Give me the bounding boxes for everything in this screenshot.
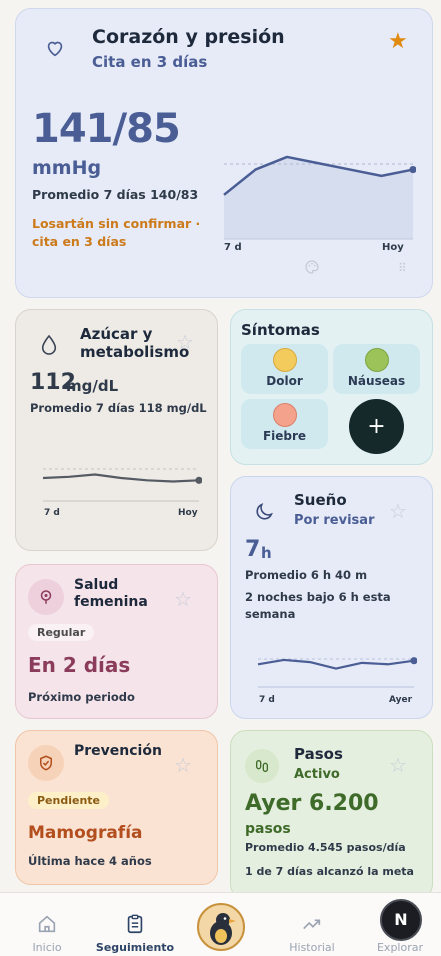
nav-label: Historial xyxy=(289,941,335,954)
steps-value: Ayer 6.200 xyxy=(245,791,379,816)
sleep-note-line1: 2 noches bajo 6 h esta xyxy=(245,590,391,604)
goal-note: 1 de 7 días alcanzó la meta xyxy=(245,865,414,878)
card-subtitle: Activo xyxy=(294,767,340,782)
blood-pressure-unit: mmHg xyxy=(32,157,102,179)
appointment-warning: cita en 3 días xyxy=(32,234,127,249)
sleep-card[interactable]: Sueño Por revisar ☆ 7 h Promedio 6 h 40 … xyxy=(230,476,433,719)
next-period-value: En 2 días xyxy=(28,653,131,677)
sleep-value: 7 xyxy=(245,537,261,562)
bird-illustration xyxy=(210,913,236,945)
star-outline-icon[interactable]: ☆ xyxy=(389,501,407,521)
heart-pressure-card[interactable]: Corazón y presión Cita en 3 días ★ 141/8… xyxy=(15,8,433,298)
heart-icon xyxy=(47,41,63,57)
sleep-unit: h xyxy=(261,544,272,562)
symptom-tile-nausea[interactable]: Náuseas xyxy=(333,344,420,394)
symptom-label: Dolor xyxy=(266,374,303,388)
nav-item-inicio[interactable]: Inicio xyxy=(7,893,87,956)
bottom-navigation: Inicio Seguimiento Historial Explorar N xyxy=(0,892,441,956)
symptom-tile-pain[interactable]: Dolor xyxy=(241,344,328,394)
palette-icon[interactable] xyxy=(304,259,320,275)
chart-x-end-label: Hoy xyxy=(178,508,198,518)
star-outline-icon[interactable]: ☆ xyxy=(389,755,407,775)
chart-x-start-label: 7 d xyxy=(259,695,275,705)
shield-icon-bg xyxy=(28,745,64,781)
star-outline-icon[interactable]: ☆ xyxy=(176,332,194,352)
series-area xyxy=(224,156,413,239)
symptoms-card: Síntomas Dolor Náuseas Fiebre + xyxy=(230,309,433,465)
weekly-average: Promedio 7 días 140/83 xyxy=(32,187,199,202)
weekly-average: Promedio 6 h 40 m xyxy=(245,568,368,582)
data-point xyxy=(410,657,417,665)
card-title-line1: Azúcar y xyxy=(80,325,153,343)
next-period-caption: Próximo periodo xyxy=(28,690,135,704)
prevention-card[interactable]: Prevención ☆ Pendiente Mamografía Última… xyxy=(15,730,218,885)
medication-warning: Losartán sin confirmar · xyxy=(32,216,201,231)
home-icon xyxy=(38,915,56,933)
symptom-tile-fever[interactable]: Fiebre xyxy=(241,399,328,449)
card-title: Síntomas xyxy=(241,321,320,339)
sugar-metabolism-card[interactable]: Azúcar y metabolismo ☆ 112 mg/dL Promedi… xyxy=(15,309,218,551)
card-title-line2: femenina xyxy=(74,594,148,610)
prevention-test-name: Mamografía xyxy=(28,823,143,843)
sleep-note-line2: semana xyxy=(245,607,296,621)
feverish-face-icon xyxy=(272,403,297,427)
chart-x-start-label: 7 d xyxy=(44,508,60,518)
status-badge: Pendiente xyxy=(28,792,110,809)
cycle-icon-bg xyxy=(28,579,64,615)
symptom-label: Náuseas xyxy=(347,374,406,388)
card-title: Sueño xyxy=(294,491,347,509)
steps-unit: pasos xyxy=(245,821,291,837)
card-title: Prevención xyxy=(74,743,162,759)
feminine-health-card[interactable]: Salud femenina ☆ Regular En 2 días Próxi… xyxy=(15,564,218,719)
glucose-unit: mg/dL xyxy=(66,377,119,395)
card-subtitle: Cita en 3 días xyxy=(92,53,208,71)
steps-card[interactable]: Pasos Activo ☆ Ayer 6.200 pasos Promedio… xyxy=(230,730,433,900)
blood-pressure-value: 141/85 xyxy=(32,106,181,152)
drag-handle-icon[interactable]: ⠿ xyxy=(398,261,408,275)
bird-avatar-icon[interactable] xyxy=(197,903,245,951)
moon-icon xyxy=(256,503,273,520)
account-badge[interactable]: N xyxy=(380,899,422,941)
chart-x-end-label: Hoy xyxy=(382,242,404,253)
last-check-caption: Última hace 4 años xyxy=(28,854,152,868)
footprints-icon xyxy=(256,760,268,772)
status-badge: Regular xyxy=(28,624,95,641)
weekly-average: Promedio 4.545 pasos/día xyxy=(245,841,406,854)
series-line xyxy=(257,658,415,670)
card-title: Corazón y presión xyxy=(92,26,285,48)
star-outline-icon[interactable]: ☆ xyxy=(174,755,192,775)
glucose-trend-chart xyxy=(42,468,202,502)
nav-item-seguimiento[interactable]: Seguimiento xyxy=(95,893,175,956)
cycle-icon xyxy=(40,590,52,604)
nav-label: Explorar xyxy=(376,941,423,954)
nav-label: Seguimiento xyxy=(95,941,175,954)
nav-label: Inicio xyxy=(32,941,62,954)
chart-x-end-label: Ayer xyxy=(389,695,413,705)
sleep-trend-chart xyxy=(257,657,417,688)
card-title-line1: Salud xyxy=(74,577,119,593)
card-title: Pasos xyxy=(294,745,343,763)
star-filled-icon[interactable]: ★ xyxy=(388,31,408,53)
footprints-icon-bg xyxy=(245,749,279,783)
data-point xyxy=(195,476,202,484)
card-subtitle: Por revisar xyxy=(294,513,375,528)
trend-icon xyxy=(303,919,321,930)
bp-trend-chart xyxy=(223,155,416,240)
worried-face-icon xyxy=(272,348,297,372)
chart-x-start-label: 7 d xyxy=(224,242,242,253)
card-title-line2: metabolismo xyxy=(80,343,190,361)
star-outline-icon[interactable]: ☆ xyxy=(174,589,192,609)
nauseated-face-icon xyxy=(364,348,389,372)
shield-check-icon xyxy=(40,755,52,771)
nav-item-historial[interactable]: Historial xyxy=(272,893,352,956)
weekly-average: Promedio 7 días 118 mg/dL xyxy=(30,401,207,415)
droplet-icon xyxy=(41,334,57,355)
symptom-label: Fiebre xyxy=(262,429,307,443)
add-symptom-button[interactable]: + xyxy=(349,399,404,454)
clipboard-icon xyxy=(127,914,143,934)
